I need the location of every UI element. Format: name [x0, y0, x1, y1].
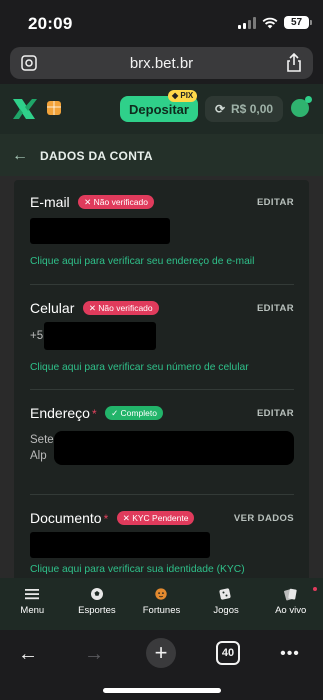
phone-section: Celular ✕ Não verificado EDITAR +5 Cliqu…	[30, 300, 294, 380]
cards-icon	[283, 588, 297, 601]
avatar[interactable]	[289, 96, 312, 119]
edit-phone-button[interactable]: EDITAR	[257, 303, 294, 314]
balance-value: R$ 0,00	[231, 102, 274, 116]
pix-label: PIX	[180, 91, 194, 100]
page-title-bar: ← DADOS DA CONTA	[0, 134, 323, 176]
browser-toolbar: ← → + 40 •••	[0, 630, 323, 700]
page-title: DADOS DA CONTA	[40, 149, 153, 163]
address-line-1: Sete	[30, 434, 54, 446]
address-bar[interactable]: brx.bet.br	[10, 47, 313, 79]
document-section: Documento * ✕ KYC Pendente VER DADOS Cliq…	[30, 510, 294, 578]
edit-address-button[interactable]: EDITAR	[257, 408, 294, 419]
account-content: E-mail ✕ Não verificado EDITAR Clique aq…	[0, 176, 323, 578]
view-document-button[interactable]: VER DADOS	[234, 513, 294, 524]
home-indicator	[103, 688, 221, 693]
status-icons: 57	[238, 16, 312, 29]
verify-identity-link[interactable]: Clique aqui para verificar sua identidad…	[30, 564, 245, 575]
back-arrow-icon[interactable]: ←	[12, 147, 28, 165]
address-line-2: Alp	[30, 450, 47, 462]
nav-item-fortunes[interactable]: Fortunes	[129, 578, 194, 630]
required-mark: *	[103, 512, 109, 526]
status-time: 20:09	[28, 14, 73, 33]
status-badge: ✕ KYC Pendente	[116, 511, 195, 525]
redacted-document	[30, 532, 210, 558]
required-mark: *	[91, 407, 97, 421]
wifi-icon	[262, 17, 278, 28]
new-tab-icon[interactable]: +	[146, 638, 176, 668]
balance-display[interactable]: ⟳ R$ 0,00	[205, 96, 283, 122]
menu-icon	[25, 589, 40, 600]
divider	[30, 389, 294, 390]
redacted-address	[54, 431, 294, 465]
verify-email-link[interactable]: Clique aqui para verificar seu endereço …	[30, 256, 254, 267]
edit-email-button[interactable]: EDITAR	[257, 197, 294, 208]
more-icon[interactable]: •••	[276, 640, 304, 668]
bottom-nav: Menu Esportes Fortunes Jogos Ao vivo	[0, 578, 323, 630]
nav-item-jogos[interactable]: Jogos	[194, 578, 259, 630]
battery-icon: 57	[284, 16, 312, 29]
refresh-icon[interactable]: ⟳	[215, 102, 225, 116]
status-badge: ✓ Completo	[105, 406, 163, 420]
browser-back-icon[interactable]: ←	[14, 640, 42, 668]
soccer-ball-icon	[90, 588, 103, 600]
address-url[interactable]: brx.bet.br	[10, 55, 313, 72]
address-label: Endereço	[30, 405, 90, 421]
dice-icon	[219, 588, 231, 600]
nav-item-ao-vivo[interactable]: Ao vivo	[258, 578, 323, 630]
nav-item-menu[interactable]: Menu	[0, 578, 65, 630]
status-bar: 20:09 57	[0, 0, 323, 46]
email-label: E-mail	[30, 194, 70, 210]
nav-label: Jogos	[213, 605, 239, 616]
status-badge: ✕ Não verificado	[78, 195, 154, 209]
address-section: Endereço * ✓ Completo EDITAR Sete Alp	[30, 405, 294, 485]
site-header: Depositar ◆ PIX ⟳ R$ 0,00	[0, 84, 323, 134]
browser-forward-icon[interactable]: →	[80, 640, 108, 668]
document-label: Documento	[30, 510, 102, 526]
email-section: E-mail ✕ Não verificado EDITAR Clique aq…	[30, 194, 294, 274]
nav-label: Fortunes	[142, 605, 181, 616]
status-badge: ✕ Não verificado	[82, 301, 159, 315]
tiger-icon	[155, 588, 168, 600]
nav-item-esportes[interactable]: Esportes	[65, 578, 130, 630]
verify-phone-link[interactable]: Clique aqui para verificar seu número de…	[30, 362, 249, 373]
cellular-signal-icon	[238, 16, 256, 29]
tabs-button[interactable]: 40	[216, 641, 240, 665]
phone-label: Celular	[30, 300, 75, 316]
nav-label: Menu	[20, 605, 45, 616]
account-card: E-mail ✕ Não verificado EDITAR Clique aq…	[14, 180, 309, 578]
redacted-email	[30, 218, 170, 244]
divider	[30, 494, 294, 495]
pix-badge: ◆ PIX	[168, 90, 198, 102]
redacted-phone	[44, 322, 156, 350]
notification-dot	[312, 587, 317, 591]
gift-icon[interactable]	[47, 101, 61, 115]
browser-address-area: brx.bet.br	[0, 46, 323, 84]
nav-label: Esportes	[78, 605, 116, 616]
phone-value: +5	[30, 330, 44, 342]
share-icon[interactable]	[285, 53, 303, 73]
brand-logo[interactable]	[10, 95, 38, 123]
divider	[30, 284, 294, 285]
nav-label: Ao vivo	[275, 605, 307, 616]
